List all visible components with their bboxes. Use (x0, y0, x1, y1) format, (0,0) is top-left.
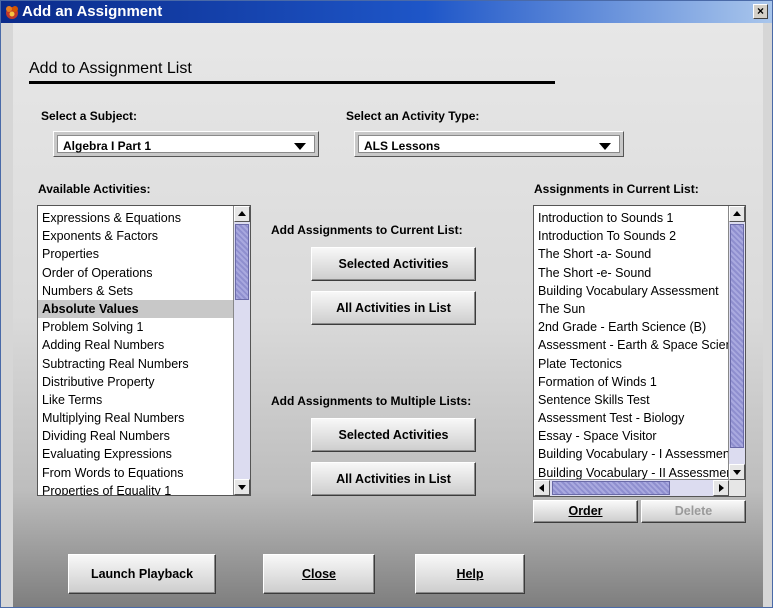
subject-value: Algebra I Part 1 (63, 139, 152, 153)
list-item[interactable]: Introduction To Sounds 2 (534, 227, 731, 245)
add-current-selected-button[interactable]: Selected Activities (311, 247, 476, 281)
list-item[interactable]: Numbers & Sets (38, 282, 236, 300)
available-activities-list[interactable]: Expressions & Equations Exponents & Facto… (37, 205, 251, 496)
list-item[interactable]: The Short -a- Sound (534, 245, 731, 263)
list-item[interactable]: The Short -e- Sound (534, 264, 731, 282)
add-current-all-button[interactable]: All Activities in List (311, 291, 476, 325)
delete-button[interactable]: Delete (641, 500, 746, 523)
window-title: Add an Assignment (22, 3, 163, 20)
available-activities-label: Available Activities: (38, 182, 151, 196)
current-list-label: Assignments in Current List: (534, 182, 699, 196)
activity-type-label: Select an Activity Type: (346, 109, 480, 123)
order-label: Order (568, 504, 603, 518)
list-item[interactable]: Essay - Space Visitor (534, 427, 731, 445)
list-item[interactable]: Problem Solving 1 (38, 318, 236, 336)
page-title: Add to Assignment List (29, 60, 192, 77)
add-multiple-selected-button[interactable]: Selected Activities (311, 418, 476, 452)
list-item[interactable]: Formation of Winds 1 (534, 373, 731, 391)
activity-type-value: ALS Lessons (364, 139, 441, 153)
scroll-right-icon[interactable] (713, 480, 729, 496)
scroll-down-icon[interactable] (234, 479, 250, 495)
list-item[interactable]: Properties of Equality 1 (38, 482, 236, 495)
list-item[interactable]: Properties (38, 245, 236, 263)
scroll-thumb[interactable] (730, 224, 744, 448)
add-multiple-label: Add Assignments to Multiple Lists: (271, 394, 472, 408)
help-button[interactable]: Help (415, 554, 525, 594)
list-item[interactable]: Evaluating Expressions (38, 445, 236, 463)
scroll-thumb[interactable] (552, 481, 670, 495)
close-window-icon[interactable]: × (753, 4, 768, 19)
list-item[interactable]: Order of Operations (38, 264, 236, 282)
list-item[interactable]: Exponents & Factors (38, 227, 236, 245)
list-item[interactable]: The Sun (534, 300, 731, 318)
list-item[interactable]: Building Vocabulary Assessment (534, 282, 731, 300)
scroll-up-icon[interactable] (234, 206, 250, 222)
scroll-down-icon[interactable] (729, 464, 745, 480)
list-item[interactable]: Introduction to Sounds 1 (534, 209, 731, 227)
vertical-scrollbar[interactable] (728, 206, 745, 480)
chevron-down-icon (294, 143, 306, 150)
list-item[interactable]: Plate Tectonics (534, 355, 731, 373)
scroll-corner (729, 480, 745, 496)
app-logo-icon (6, 6, 18, 19)
list-item[interactable]: Multiplying Real Numbers (38, 409, 236, 427)
list-item[interactable]: Assessment Test - Biology (534, 409, 731, 427)
vertical-scrollbar[interactable] (233, 206, 250, 495)
list-item[interactable]: Building Vocabulary - I Assessment (534, 445, 731, 463)
list-item[interactable]: Subtracting Real Numbers (38, 355, 236, 373)
activity-type-select[interactable]: ALS Lessons (354, 131, 624, 157)
list-item[interactable]: Expressions & Equations (38, 209, 236, 227)
subject-label: Select a Subject: (41, 109, 138, 123)
list-item[interactable]: 2nd Grade - Earth Science (B) (534, 318, 731, 336)
list-item[interactable]: Absolute Values (38, 299, 236, 319)
chevron-down-icon (599, 143, 611, 150)
list-item[interactable]: Dividing Real Numbers (38, 427, 236, 445)
list-item[interactable]: Sentence Skills Test (534, 391, 731, 409)
order-button[interactable]: Order (533, 500, 638, 523)
horizontal-scrollbar[interactable] (534, 479, 729, 496)
content-panel: Add to Assignment List Select a Subject:… (13, 23, 763, 607)
subject-select[interactable]: Algebra I Part 1 (53, 131, 319, 157)
title-divider (29, 81, 555, 84)
help-label: Help (456, 567, 484, 581)
scroll-thumb[interactable] (235, 224, 249, 300)
scroll-up-icon[interactable] (729, 206, 745, 222)
list-item[interactable]: Distributive Property (38, 373, 236, 391)
list-item[interactable]: Assessment - Earth & Space Science (534, 336, 731, 354)
add-current-label: Add Assignments to Current List: (271, 223, 463, 237)
close-button[interactable]: Close (263, 554, 375, 594)
list-item[interactable]: Like Terms (38, 391, 236, 409)
dialog-window: Add an Assignment × Add to Assignment Li… (0, 0, 773, 608)
launch-playback-button[interactable]: Launch Playback (68, 554, 216, 594)
list-item[interactable]: Adding Real Numbers (38, 336, 236, 354)
current-assignments-list[interactable]: Introduction to Sounds 1 Introduction To … (533, 205, 746, 497)
list-item[interactable]: From Words to Equations (38, 464, 236, 482)
scroll-left-icon[interactable] (534, 480, 550, 496)
title-bar[interactable]: Add an Assignment × (1, 1, 772, 23)
close-label: Close (301, 567, 337, 581)
add-multiple-all-button[interactable]: All Activities in List (311, 462, 476, 496)
